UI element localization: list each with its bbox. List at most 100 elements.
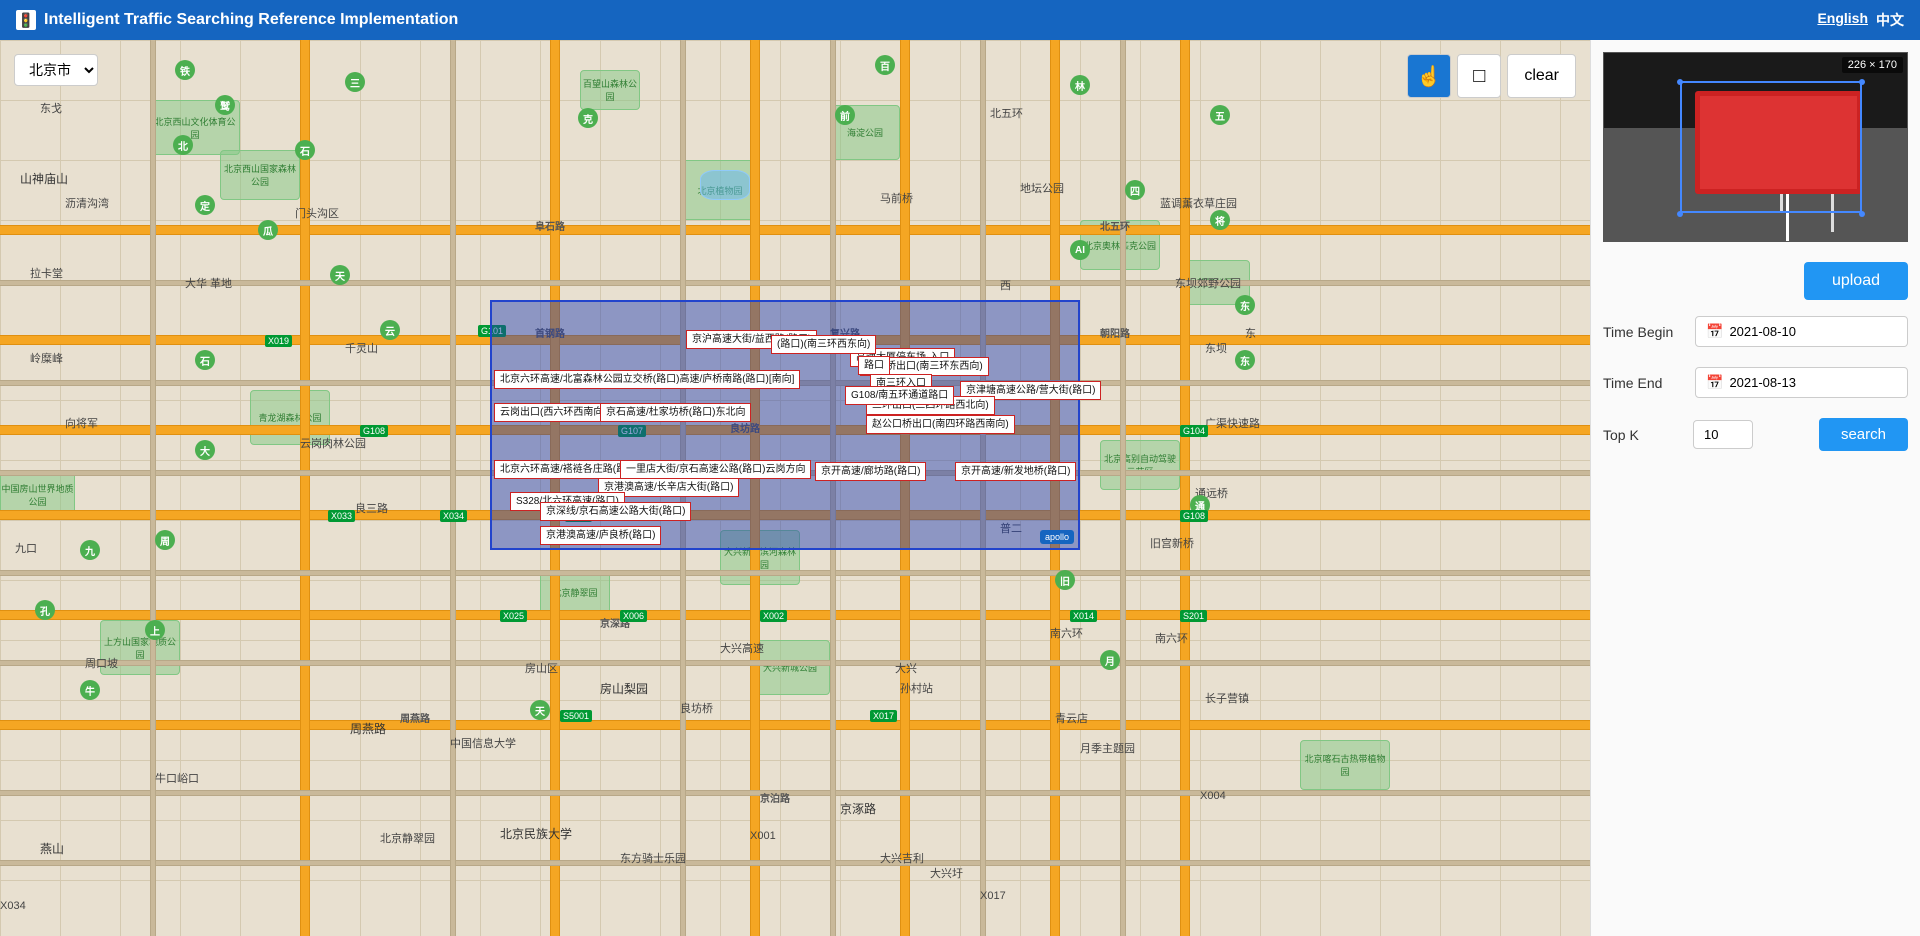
area-label: 千灵山 xyxy=(345,340,378,356)
poi-dot: 五 xyxy=(1210,105,1230,125)
area-label: 北京民族大学 xyxy=(500,825,572,842)
lang-english[interactable]: English xyxy=(1817,10,1868,30)
area-label: 九口 xyxy=(15,540,37,556)
rectangle-tool-button[interactable]: □ xyxy=(1457,54,1501,98)
road-label: 京泊路 xyxy=(760,790,790,805)
road-badge: S5001 xyxy=(560,710,592,722)
time-end-row: Time End 📅 2021-08-13 xyxy=(1603,367,1908,398)
clear-button[interactable]: clear xyxy=(1507,54,1576,98)
poi-dot: 上 xyxy=(145,620,165,640)
poi-dot: 铁 xyxy=(175,60,195,80)
topk-search-row: Top K search xyxy=(1603,418,1908,451)
selection-corner xyxy=(1859,79,1865,85)
poi-dot: 林 xyxy=(1070,75,1090,95)
map-location-label: (路口)(南三环西东向) xyxy=(771,335,876,354)
map-location-label: 一里店大街/京石高速公路(路口)云岗方向 xyxy=(620,460,811,479)
road-badge: X006 xyxy=(620,610,647,622)
area-label: 地坛公园 xyxy=(1020,180,1064,196)
road-label: 朝阳路 xyxy=(1100,325,1130,340)
time-begin-input[interactable]: 📅 2021-08-10 xyxy=(1695,316,1908,347)
search-button[interactable]: search xyxy=(1819,418,1908,451)
time-begin-row: Time Begin 📅 2021-08-10 xyxy=(1603,316,1908,347)
area-label: 周燕路 xyxy=(350,720,386,737)
park-area-14: 北京喀石古热带植物园 xyxy=(1300,740,1390,790)
road-v-5 xyxy=(1050,40,1060,936)
map-location-label: G108/南五环通道路口 xyxy=(845,386,954,405)
poi-dot: 天 xyxy=(330,265,350,285)
area-label: 西 xyxy=(1000,277,1011,293)
road-h-6 xyxy=(0,720,1590,730)
main-layout: 北京西山文化体育公园 北京西山国家森林公园 百望山森林公园 北京植物园 海淀公园… xyxy=(0,40,1920,936)
poi-dot: 东 xyxy=(1235,295,1255,315)
park-area-8: 大兴新城滨河森林公园 xyxy=(720,530,800,585)
map-location-label: 京深线/京石高速公路大街(路口) xyxy=(540,502,691,521)
poi-dot: 云 xyxy=(380,320,400,340)
road-badge: X034 xyxy=(440,510,467,522)
area-label: 长子营镇 xyxy=(1205,690,1249,706)
map-controls: ☝ □ clear xyxy=(1407,54,1576,98)
map-location-label: 北京六环高速/北富森林公园立交桥(路口)高速/庐桥南路(路口)[南向] xyxy=(494,370,800,389)
map-location-label: 京开高速/新发地桥(路口) xyxy=(955,462,1076,481)
time-end-label: Time End xyxy=(1603,375,1683,391)
area-label: 岭糜峰 xyxy=(30,350,63,366)
area-label: 南六环 xyxy=(1050,625,1083,641)
map-container[interactable]: 北京西山文化体育公园 北京西山国家森林公园 百望山森林公园 北京植物园 海淀公园… xyxy=(0,40,1590,936)
road-badge: G104 xyxy=(1180,425,1208,437)
area-label: 东坝 xyxy=(1205,340,1227,356)
road-sec-h-7 xyxy=(0,860,1590,866)
road-h-1 xyxy=(0,225,1590,235)
road-v-3 xyxy=(750,40,760,936)
calendar-icon-2: 📅 xyxy=(1706,374,1723,391)
area-label: 山神庙山 xyxy=(20,170,68,187)
road-v-4 xyxy=(900,40,910,936)
video-thumbnail: 226 × 170 xyxy=(1603,52,1908,242)
area-label: 马前桥 xyxy=(880,190,913,206)
area-label: 旧宫新桥 xyxy=(1150,535,1194,551)
poi-dot: 鹫 xyxy=(215,95,235,115)
time-begin-label: Time Begin xyxy=(1603,324,1683,340)
app-title: Intelligent Traffic Searching Reference … xyxy=(44,11,458,29)
water-area xyxy=(700,170,750,200)
road-badge: G108 xyxy=(1180,510,1208,522)
area-label: 良三路 xyxy=(355,500,388,516)
road-label: 首钢路 xyxy=(535,325,565,340)
area-label: 中国信息大学 xyxy=(450,735,516,751)
poi-dot: 将 xyxy=(1210,210,1230,230)
area-label: 青云店 xyxy=(1055,710,1088,726)
area-label: 向将军 xyxy=(65,415,98,431)
road-sec-h-4 xyxy=(0,570,1590,576)
area-label: 东戈 xyxy=(40,100,62,116)
road-sec-v-1 xyxy=(150,40,156,936)
area-label: 房山区 xyxy=(525,660,558,676)
area-label: X017 xyxy=(980,890,1006,902)
area-label: 孙村站 xyxy=(900,680,933,696)
pointer-tool-button[interactable]: ☝ xyxy=(1407,54,1451,98)
topk-input[interactable] xyxy=(1693,420,1753,449)
road-h-5 xyxy=(0,610,1590,620)
road-v-1 xyxy=(300,40,310,936)
poi-dot: 克 xyxy=(578,108,598,128)
truck-image xyxy=(1604,53,1907,241)
road-badge: G108 xyxy=(360,425,388,437)
poi-dot: 石 xyxy=(195,350,215,370)
road-badge: X019 xyxy=(265,335,292,347)
poi-dot: 九 xyxy=(80,540,100,560)
poi-dot: 石 xyxy=(295,140,315,160)
area-label: 南六环 xyxy=(1155,630,1188,646)
road-badge: X017 xyxy=(870,710,897,722)
road-label: 阜石路 xyxy=(535,218,565,233)
topk-label: Top K xyxy=(1603,427,1683,443)
city-dropdown[interactable]: 北京市 上海市 广州市 xyxy=(14,54,98,86)
road-sec-v-6 xyxy=(1120,40,1126,936)
lang-chinese[interactable]: 中文 xyxy=(1876,10,1904,30)
road-sec-v-5 xyxy=(980,40,986,936)
area-label: 东坝郊野公园 xyxy=(1175,275,1241,291)
area-label: X034 xyxy=(0,900,26,912)
road-badge: X025 xyxy=(500,610,527,622)
area-label: 京涿路 xyxy=(840,800,876,817)
time-end-input[interactable]: 📅 2021-08-13 xyxy=(1695,367,1908,398)
road-sec-h-6 xyxy=(0,790,1590,796)
upload-button[interactable]: upload xyxy=(1804,262,1908,300)
city-selector[interactable]: 北京市 上海市 广州市 xyxy=(14,54,98,86)
poi-dot: 北 xyxy=(173,135,193,155)
